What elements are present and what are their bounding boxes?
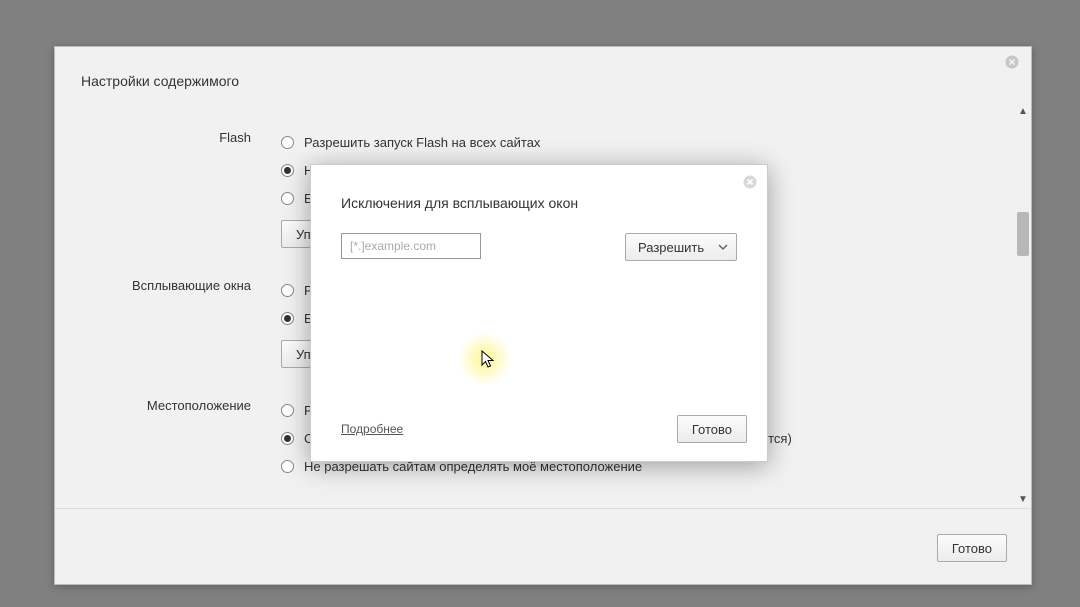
popup-exceptions-dialog: Исключения для всплывающих окон Разрешит… (310, 164, 768, 462)
section-label-location: Местоположение (55, 396, 281, 480)
close-icon[interactable] (1005, 55, 1019, 69)
done-button[interactable]: Готово (937, 534, 1007, 562)
scroll-up-icon[interactable]: ▲ (1017, 106, 1029, 118)
host-pattern-input[interactable] (341, 233, 481, 259)
scrollbar[interactable]: ▲ ▼ (1017, 106, 1029, 506)
dialog-title: Настройки содержимого (81, 73, 239, 89)
radio-icon (281, 192, 294, 205)
section-label-popups: Всплывающие окна (55, 276, 281, 396)
radio-icon (281, 284, 294, 297)
button-label: Готово (692, 422, 732, 437)
dialog-footer: Готово (55, 512, 1031, 584)
radio-icon (281, 312, 294, 325)
button-label: Готово (952, 541, 992, 556)
radio-icon (281, 164, 294, 177)
flash-allow-row[interactable]: Разрешить запуск Flash на всех сайтах (281, 128, 1015, 156)
section-label-flash: Flash (55, 128, 281, 276)
scroll-down-icon[interactable]: ▼ (1017, 494, 1029, 506)
modal-done-button[interactable]: Готово (677, 415, 747, 443)
modal-title: Исключения для всплывающих окон (341, 195, 578, 211)
radio-icon (281, 404, 294, 417)
learn-more-link[interactable]: Подробнее (341, 422, 403, 436)
radio-icon (281, 460, 294, 473)
close-icon[interactable] (743, 175, 757, 189)
scroll-thumb[interactable] (1017, 212, 1029, 256)
behavior-select[interactable]: Разрешить (625, 233, 737, 261)
chevron-down-icon (718, 242, 728, 252)
radio-icon (281, 136, 294, 149)
select-value: Разрешить (638, 240, 704, 255)
radio-label: Разрешить запуск Flash на всех сайтах (304, 135, 540, 150)
radio-icon (281, 432, 294, 445)
